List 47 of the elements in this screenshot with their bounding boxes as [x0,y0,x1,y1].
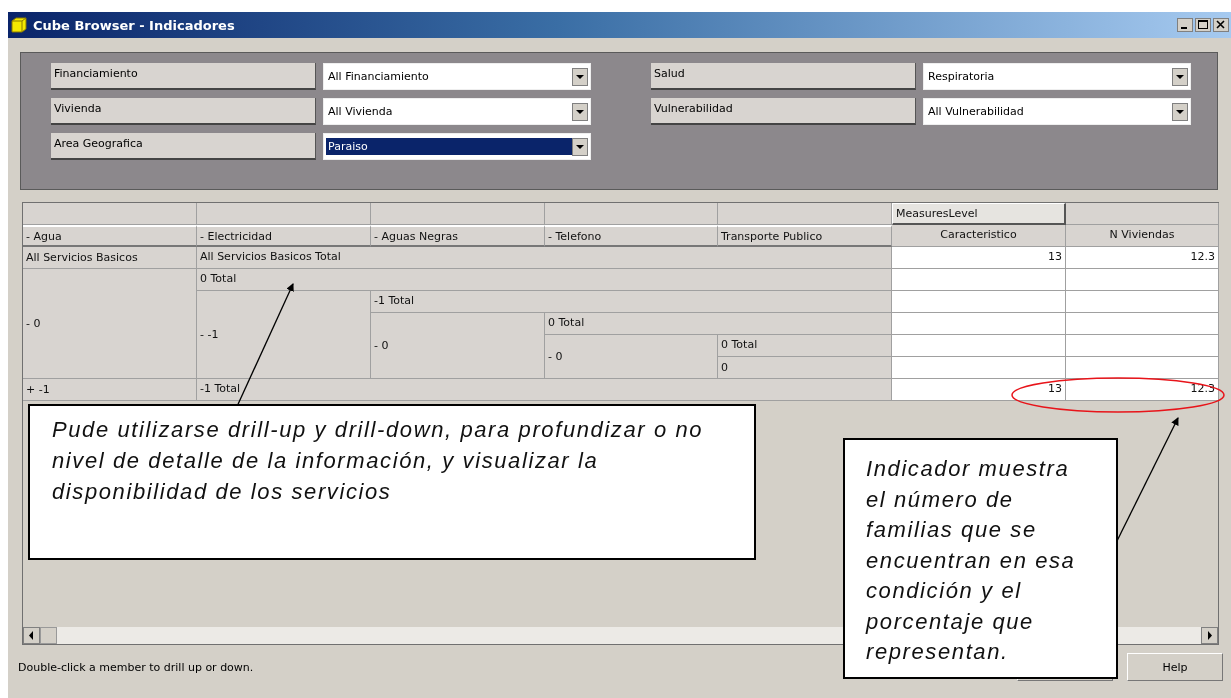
member-cell[interactable]: - -1 [197,291,371,379]
dimension-header[interactable]: - Telefono [545,225,718,247]
scrollbar-thumb[interactable] [40,627,57,644]
total-cell: 0 Total [197,269,892,291]
close-icon[interactable] [1213,18,1229,32]
callout-tooltip: Indicador muestra el número de familias que se encuentran en esa condición y el porcentaje que representan. [843,438,1118,679]
scroll-left-icon[interactable] [23,627,40,644]
value-cell: 12.3 [1066,379,1219,401]
value-cell: 13 [892,379,1066,401]
member-cell[interactable]: - 0 [545,335,718,379]
window-title: Cube Browser - Indicadores [33,17,236,33]
dimension-header[interactable]: Transporte Publico [718,225,892,247]
total-cell: All Servicios Basicos Total [197,247,892,269]
member-cell[interactable]: + -1 [23,379,197,401]
filter-dropdown[interactable]: Paraiso [323,133,591,160]
filter-label: Vulnerabilidad [651,98,916,125]
filter-label: Salud [651,63,916,90]
member-cell[interactable]: 0 [718,357,892,379]
dimension-header[interactable]: - Electricidad [197,225,371,247]
member-cell[interactable]: - 0 [371,313,545,379]
value-cell: 12.3 [1066,247,1219,269]
total-cell: -1 Total [197,379,892,401]
dimension-header[interactable]: - Agua [23,225,197,247]
filter-label: Vivienda [51,98,316,125]
measure-header: Caracteristico [892,225,1066,247]
help-button[interactable]: Help [1127,653,1223,681]
member-cell[interactable]: - 0 [23,269,197,379]
measure-header: N Viviendas [1066,225,1219,247]
status-text: Double-click a member to drill up or down. [18,660,254,674]
cube-icon [11,17,27,33]
filter-label: Area Geografica [51,133,316,160]
filter-dropdown[interactable]: Respiratoria [923,63,1191,90]
filter-label: Financiamiento [51,63,316,90]
total-cell: 0 Total [545,313,892,335]
filter-dropdown[interactable]: All Vivienda [323,98,591,125]
total-cell: -1 Total [371,291,892,313]
dimension-header[interactable]: - Aguas Negras [371,225,545,247]
filter-dropdown[interactable]: All Vulnerabilidad [923,98,1191,125]
total-cell: 0 Total [718,335,892,357]
measures-caption: MeasuresLevel [892,203,1066,225]
scroll-right-icon[interactable] [1201,627,1218,644]
maximize-icon[interactable] [1195,18,1211,32]
minimize-icon[interactable] [1177,18,1193,32]
value-cell: 13 [892,247,1066,269]
filter-dropdown[interactable]: All Financiamiento [323,63,591,90]
callout-tooltip: Pude utilizarse drill-up y drill-down, para profundizar o no nivel de detalle de la información, y visualizar la disponibilidad de los servicios [28,404,756,560]
member-cell[interactable]: All Servicios Basicos [23,247,197,269]
